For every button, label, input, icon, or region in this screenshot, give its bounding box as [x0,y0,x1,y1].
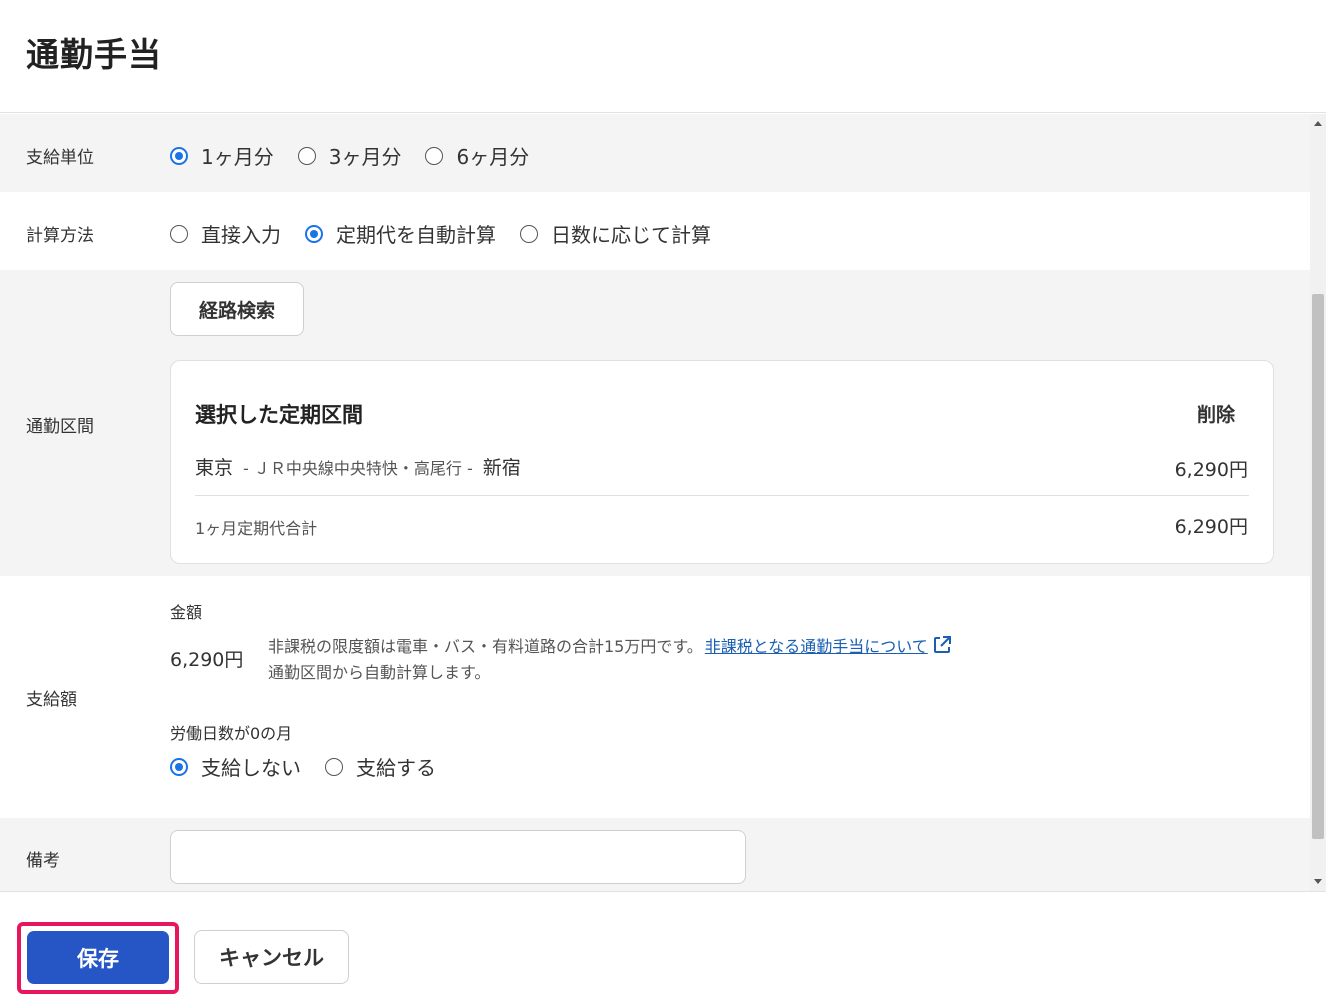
page-title: 通勤手当 [26,35,162,74]
auto-calc-note: 通勤区間から自動計算します。 [268,663,491,682]
route-price: 6,290円 [1174,459,1248,481]
route-from-station: 東京 [195,457,234,479]
zero-days-option-pay[interactable]: 支給する [325,752,436,781]
payment-unit-option-3month[interactable]: 3ヶ月分 [297,141,402,170]
remarks-input[interactable] [170,830,746,884]
radio-unselected-icon[interactable] [520,224,538,243]
radio-label: 支給しない [201,756,301,780]
radio-unselected-icon[interactable] [425,146,444,165]
remarks-label: 備考 [26,851,60,871]
scrollbar-thumb[interactable] [1312,294,1324,839]
cancel-button[interactable]: キャンセル [194,930,349,984]
calc-method-radio-group: 直接入力 定期代を自動計算 日数に応じて計算 [170,219,735,248]
radio-selected-icon[interactable] [170,146,188,165]
radio-unselected-icon[interactable] [297,146,316,165]
route-line: 東京 - ＪＲ中央線中央特快・高尾行 - 新宿 [195,453,521,480]
total-label: 1ヶ月定期代合計 [195,519,318,538]
calc-method-option-auto[interactable]: 定期代を自動計算 [305,219,496,248]
radio-label: 日数に応じて計算 [551,223,711,247]
zero-days-label: 労働日数が0の月 [170,724,293,743]
tax-exempt-note-text: 非課税の限度額は電車・バス・有料道路の合計15万円です。 [268,637,703,656]
route-search-button[interactable]: 経路検索 [170,282,304,336]
radio-label: 直接入力 [201,223,281,247]
radio-label: 定期代を自動計算 [336,223,496,247]
payment-unit-option-6month[interactable]: 6ヶ月分 [425,141,529,170]
calc-method-option-days[interactable]: 日数に応じて計算 [520,219,711,248]
radio-selected-icon[interactable] [170,757,188,776]
amount-label: 金額 [170,603,203,622]
card-divider [195,495,1249,496]
commute-section-label: 通勤区間 [26,417,94,437]
card-title: 選択した定期区間 [195,403,363,427]
route-line-name: - ＪＲ中央線中央特快・高尾行 - [243,459,473,478]
delete-route-button[interactable]: 削除 [1197,400,1235,427]
calc-method-label: 計算方法 [26,226,94,246]
tax-exempt-note: 非課税の限度額は電車・バス・有料道路の合計15万円です。 非課税となる通勤手当に… [268,633,952,657]
payment-amount-label: 支給額 [26,690,77,710]
calc-method-option-direct[interactable]: 直接入力 [170,219,281,248]
radio-unselected-icon[interactable] [325,757,343,776]
footer-bar: 保存 キャンセル [0,891,1326,1005]
radio-label: 3ヶ月分 [328,145,402,169]
payment-unit-label: 支給単位 [26,148,94,168]
total-value: 6,290円 [1174,516,1248,538]
radio-label: 支給する [356,756,436,780]
page-header: 通勤手当 [0,0,1326,113]
external-link-icon[interactable] [932,635,952,655]
radio-unselected-icon[interactable] [170,224,188,243]
vertical-scrollbar[interactable] [1310,114,1326,891]
calc-method-row: 計算方法 直接入力 定期代を自動計算 日数に応じて計算 [0,192,1310,270]
radio-label: 1ヶ月分 [201,145,274,169]
save-button[interactable]: 保存 [27,931,169,984]
tax-exempt-info-link[interactable]: 非課税となる通勤手当について [705,633,928,657]
scroll-up-arrow-icon[interactable] [1314,121,1322,126]
payment-unit-radio-group: 1ヶ月分 3ヶ月分 6ヶ月分 [170,141,553,170]
zero-days-option-no-pay[interactable]: 支給しない [170,752,301,781]
payment-unit-row: 支給単位 1ヶ月分 3ヶ月分 6ヶ月分 [0,114,1310,192]
zero-days-radio-group: 支給しない 支給する [170,752,460,781]
selected-route-card: 選択した定期区間 削除 東京 - ＪＲ中央線中央特快・高尾行 - 新宿 6,29… [170,360,1274,564]
amount-value: 6,290円 [170,649,244,671]
route-to-station: 新宿 [482,457,521,479]
scroll-down-arrow-icon[interactable] [1314,879,1322,884]
radio-selected-icon[interactable] [305,224,323,243]
radio-label: 6ヶ月分 [456,145,530,169]
payment-unit-option-1month[interactable]: 1ヶ月分 [170,141,274,170]
form-scroll-area[interactable]: 支給単位 1ヶ月分 3ヶ月分 6ヶ月分 計算方法 直接入力 定期代を自動計算 日… [0,114,1310,891]
